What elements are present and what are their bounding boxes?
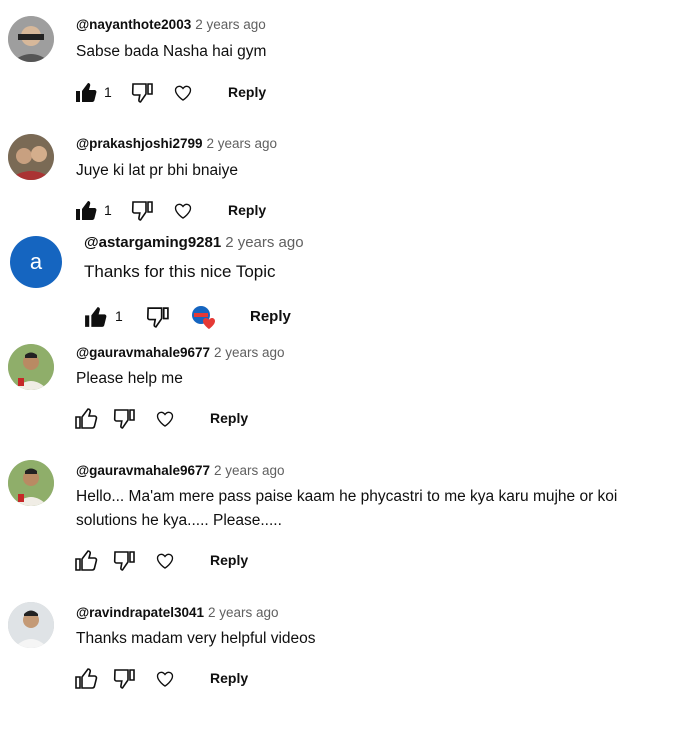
reply-button[interactable]: Reply [210, 552, 248, 568]
comment: @gauravmahale9677 2 years ago Please help… [0, 338, 679, 442]
reply-button[interactable]: Reply [210, 670, 248, 686]
comment-time[interactable]: 2 years ago [208, 605, 279, 620]
comment-author[interactable]: @gauravmahale9677 [76, 463, 210, 478]
avatar[interactable]: a [10, 236, 62, 288]
comment-text: Sabse bada Nasha hai gym [76, 43, 267, 60]
comment-text-line: Hello... Ma'am mere pass paise kaam he p… [76, 488, 618, 505]
thumb-up-icon[interactable] [74, 548, 98, 574]
comment-meta: @prakashjoshi2799 2 years ago [76, 135, 277, 153]
heart-icon[interactable] [154, 548, 176, 574]
comment-actions: 1 Reply [82, 304, 322, 330]
comment-author[interactable]: @astargaming9281 [84, 234, 221, 251]
heart-icon[interactable] [172, 198, 194, 224]
comment-time[interactable]: 2 years ago [195, 17, 266, 32]
reply-button[interactable]: Reply [250, 308, 291, 325]
thumb-down-icon[interactable] [130, 80, 154, 106]
avatar[interactable] [8, 134, 54, 180]
comment-text: Please help me [76, 370, 183, 387]
comment: a @astargaming9281 2 years ago Thanks for… [0, 230, 679, 338]
thumb-up-icon[interactable] [74, 406, 98, 432]
comment-author[interactable]: @prakashjoshi2799 [76, 136, 202, 151]
avatar[interactable] [8, 460, 54, 506]
thumb-down-icon[interactable] [130, 198, 154, 224]
thumb-down-icon[interactable] [144, 304, 170, 330]
comment-text: Juye ki lat pr bhi bnaiye [76, 162, 238, 179]
avatar-letter: a [29, 249, 43, 274]
comment-time[interactable]: 2 years ago [206, 136, 277, 151]
comment-actions: Reply [74, 666, 314, 692]
comment: @ravindrapatel3041 2 years ago Thanks mad… [0, 590, 679, 720]
like-count: 1 [104, 84, 112, 100]
comment: @gauravmahale9677 2 years ago Hello... Ma… [0, 442, 679, 590]
comment-meta: @gauravmahale9677 2 years ago [76, 344, 285, 362]
comment-time[interactable]: 2 years ago [214, 345, 285, 360]
comment-time[interactable]: 2 years ago [225, 234, 303, 251]
thumb-down-icon[interactable] [112, 666, 136, 692]
thumb-up-icon[interactable] [74, 80, 98, 106]
comment-text: Thanks madam very helpful videos [76, 630, 316, 647]
thumb-up-icon[interactable] [74, 198, 98, 224]
comment-text: Thanks for this nice Topic [84, 262, 276, 281]
comment-meta: @astargaming9281 2 years ago [84, 234, 304, 252]
comment-author[interactable]: @gauravmahale9677 [76, 345, 210, 360]
comment-text-line: solutions he kya..... Please..... [76, 512, 282, 529]
comment-actions: Reply [74, 548, 314, 574]
comment-text: Hello... Ma'am mere pass paise kaam he p… [76, 485, 617, 533]
heart-icon[interactable] [154, 666, 176, 692]
comment-meta: @ravindrapatel3041 2 years ago [76, 604, 279, 622]
comment-actions: 1 Reply [74, 80, 314, 106]
reply-button[interactable]: Reply [228, 202, 266, 218]
comment-meta: @gauravmahale9677 2 years ago [76, 462, 285, 480]
thumb-up-icon[interactable] [74, 666, 98, 692]
thumb-down-icon[interactable] [112, 406, 136, 432]
like-count: 1 [104, 202, 112, 218]
comment-author[interactable]: @nayanthote2003 [76, 17, 191, 32]
heart-icon[interactable] [154, 406, 176, 432]
comment-actions: 1 Reply [74, 198, 314, 224]
comment-meta: @nayanthote2003 2 years ago [76, 16, 266, 34]
avatar[interactable] [8, 16, 54, 62]
comment-time[interactable]: 2 years ago [214, 463, 285, 478]
comment-actions: Reply [74, 406, 314, 432]
reply-button[interactable]: Reply [228, 84, 266, 100]
thumb-down-icon[interactable] [112, 548, 136, 574]
creator-heart-icon[interactable] [190, 304, 218, 332]
avatar[interactable] [8, 602, 54, 648]
heart-icon[interactable] [172, 80, 194, 106]
comment: @nayanthote2003 2 years ago Sabse bada Na… [0, 0, 679, 120]
comment: @prakashjoshi2799 2 years ago Juye ki lat… [0, 120, 679, 230]
like-count: 1 [115, 308, 123, 324]
reply-button[interactable]: Reply [210, 410, 248, 426]
thumb-up-icon[interactable] [82, 304, 108, 330]
avatar[interactable] [8, 344, 54, 390]
comment-author[interactable]: @ravindrapatel3041 [76, 605, 204, 620]
